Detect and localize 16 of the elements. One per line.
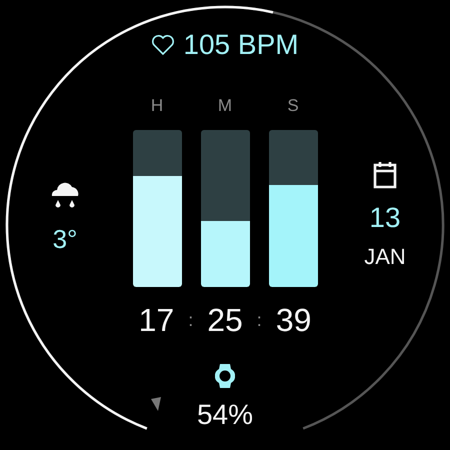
column-label: M: [216, 96, 234, 116]
battery-reading: 54%: [196, 401, 254, 429]
triangle-icon: [150, 397, 162, 411]
date-day: 13: [369, 204, 401, 232]
column-label: S: [286, 96, 300, 116]
minutes: 25: [207, 304, 243, 336]
time-separator: :: [188, 310, 194, 330]
temperature: 3°: [52, 226, 78, 252]
seconds: 39: [276, 304, 312, 336]
watch-icon: [215, 363, 235, 389]
column-label: H: [150, 96, 164, 116]
heart-rate-reading: 105 BPM: [183, 31, 299, 59]
hours: 17: [138, 304, 174, 336]
heart-icon: [151, 34, 176, 56]
time-separator: :: [256, 310, 262, 330]
date-month: JAN: [364, 246, 406, 268]
